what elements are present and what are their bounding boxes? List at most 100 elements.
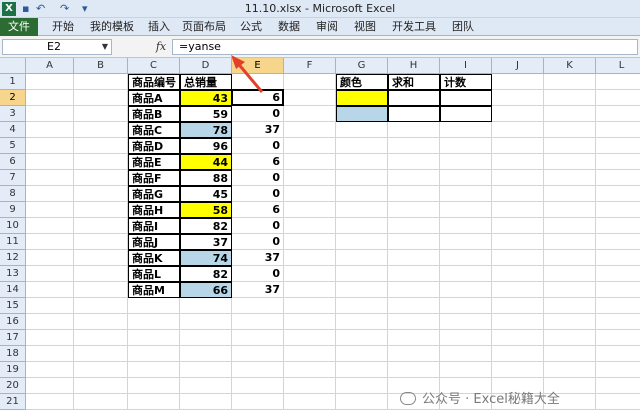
column-header-b[interactable]: B — [74, 58, 128, 74]
grid-cell[interactable] — [440, 298, 492, 314]
row-header-12[interactable]: 12 — [0, 250, 26, 266]
grid-cell[interactable] — [492, 186, 544, 202]
grid-cell[interactable] — [26, 218, 74, 234]
grid-cell[interactable] — [26, 298, 74, 314]
grid-cell[interactable] — [544, 330, 596, 346]
sales-cell[interactable]: 96 — [180, 138, 232, 154]
grid-cell[interactable] — [388, 346, 440, 362]
grid-cell[interactable] — [26, 186, 74, 202]
grid-cell[interactable] — [544, 250, 596, 266]
grid-cell[interactable] — [388, 138, 440, 154]
grid-cell[interactable] — [74, 138, 128, 154]
row-header-20[interactable]: 20 — [0, 378, 26, 394]
sum-header[interactable]: 求和 — [388, 74, 440, 90]
grid-cell[interactable] — [596, 106, 640, 122]
grid-cell[interactable] — [232, 378, 284, 394]
grid-cell[interactable] — [232, 298, 284, 314]
grid-cell[interactable] — [596, 170, 640, 186]
grid-cell[interactable] — [388, 234, 440, 250]
row-header-7[interactable]: 7 — [0, 170, 26, 186]
tab-2[interactable]: 我的模板 — [90, 18, 134, 36]
color-code-cell[interactable]: 0 — [232, 138, 284, 154]
grid-cell[interactable] — [284, 218, 336, 234]
grid-cell[interactable] — [74, 170, 128, 186]
grid-cell[interactable] — [284, 74, 336, 90]
row-header-4[interactable]: 4 — [0, 122, 26, 138]
row-header-13[interactable]: 13 — [0, 266, 26, 282]
grid-cell[interactable] — [336, 266, 388, 282]
count-cell[interactable] — [440, 106, 492, 122]
grid-cell[interactable] — [492, 346, 544, 362]
grid-cell[interactable] — [544, 202, 596, 218]
grid-cell[interactable] — [128, 394, 180, 410]
grid-cell[interactable] — [74, 282, 128, 298]
grid-cell[interactable] — [232, 346, 284, 362]
color-code-cell[interactable]: 0 — [232, 170, 284, 186]
grid-cell[interactable] — [128, 378, 180, 394]
grid-cell[interactable] — [596, 346, 640, 362]
grid-cell[interactable] — [284, 250, 336, 266]
tab-8[interactable]: 视图 — [354, 18, 376, 36]
grid-cell[interactable] — [336, 218, 388, 234]
grid-cell[interactable] — [284, 314, 336, 330]
grid-cell[interactable] — [74, 346, 128, 362]
sales-cell[interactable]: 44 — [180, 154, 232, 170]
row-header-16[interactable]: 16 — [0, 314, 26, 330]
grid-cell[interactable] — [336, 170, 388, 186]
grid-cell[interactable] — [180, 314, 232, 330]
grid-cell[interactable] — [232, 330, 284, 346]
grid-cell[interactable] — [284, 266, 336, 282]
grid-cell[interactable] — [492, 106, 544, 122]
grid-cell[interactable] — [440, 186, 492, 202]
grid-cell[interactable] — [388, 266, 440, 282]
grid-cell[interactable] — [544, 218, 596, 234]
product-cell[interactable]: 商品H — [128, 202, 180, 218]
grid-cell[interactable] — [74, 186, 128, 202]
select-all-corner[interactable] — [0, 58, 26, 74]
row-header-17[interactable]: 17 — [0, 330, 26, 346]
grid-cell[interactable] — [544, 106, 596, 122]
grid-cell[interactable] — [492, 154, 544, 170]
tab-file[interactable]: 文件 — [0, 18, 38, 36]
grid-cell[interactable] — [544, 122, 596, 138]
row-header-1[interactable]: 1 — [0, 74, 26, 90]
product-cell[interactable]: 商品E — [128, 154, 180, 170]
grid-cell[interactable] — [544, 314, 596, 330]
grid-cell[interactable] — [336, 154, 388, 170]
grid-cell[interactable] — [26, 234, 74, 250]
grid-cell[interactable] — [128, 346, 180, 362]
grid-cell[interactable] — [544, 74, 596, 90]
grid-cell[interactable] — [284, 234, 336, 250]
row-header-2[interactable]: 2 — [0, 90, 26, 106]
color-header[interactable]: 颜色 — [336, 74, 388, 90]
grid-cell[interactable] — [74, 74, 128, 90]
column-header-a[interactable]: A — [26, 58, 74, 74]
total-sales-header[interactable]: 总销量 — [180, 74, 232, 90]
grid-cell[interactable] — [232, 394, 284, 410]
row-header-10[interactable]: 10 — [0, 218, 26, 234]
grid-cell[interactable] — [492, 138, 544, 154]
grid-cell[interactable] — [284, 282, 336, 298]
grid-cell[interactable] — [26, 250, 74, 266]
grid-cell[interactable] — [180, 394, 232, 410]
grid-cell[interactable] — [492, 122, 544, 138]
grid-cell[interactable] — [128, 298, 180, 314]
grid-cell[interactable] — [492, 362, 544, 378]
grid-cell[interactable] — [336, 234, 388, 250]
sales-cell[interactable]: 82 — [180, 266, 232, 282]
grid-cell[interactable] — [440, 346, 492, 362]
row-header-11[interactable]: 11 — [0, 234, 26, 250]
column-header-k[interactable]: K — [544, 58, 596, 74]
grid-cell[interactable] — [336, 122, 388, 138]
grid-cell[interactable] — [336, 298, 388, 314]
grid-cell[interactable] — [596, 234, 640, 250]
formula-input[interactable]: =yanse — [172, 39, 638, 55]
grid-cell[interactable] — [74, 218, 128, 234]
column-header-i[interactable]: I — [440, 58, 492, 74]
sales-cell[interactable]: 37 — [180, 234, 232, 250]
chevron-down-icon[interactable]: ▼ — [102, 40, 108, 54]
grid-cell[interactable] — [440, 250, 492, 266]
grid-cell[interactable] — [26, 122, 74, 138]
grid-cell[interactable] — [26, 138, 74, 154]
grid-cell[interactable] — [74, 154, 128, 170]
